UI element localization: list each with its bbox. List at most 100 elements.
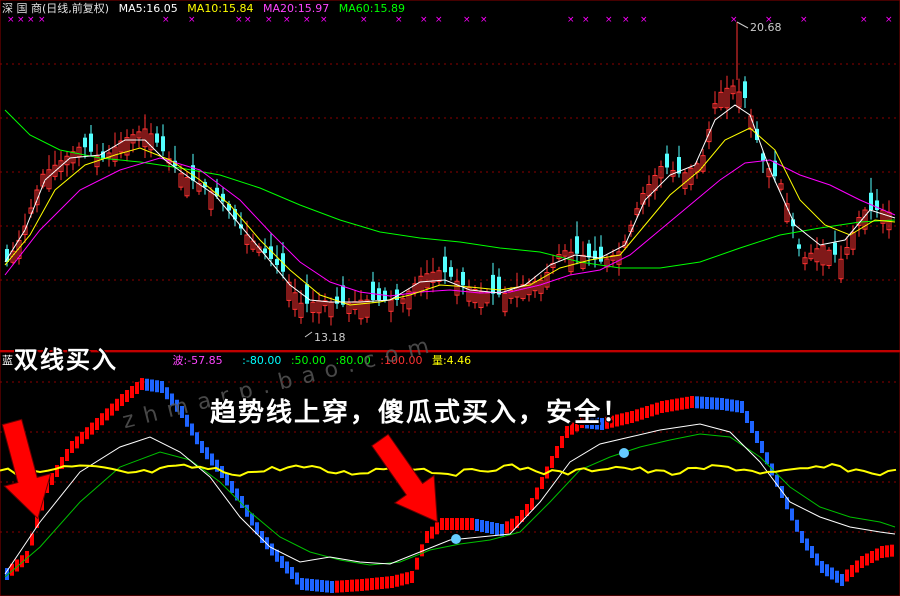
indicator-bar — [710, 397, 714, 410]
indicator-bar — [135, 382, 139, 394]
low-price-label: 13.18 — [314, 331, 346, 344]
indicator-bar — [670, 399, 674, 412]
marker-icon: × — [622, 15, 630, 25]
indicator-bar — [105, 408, 109, 421]
candle-body — [155, 133, 159, 143]
indicator-bar — [685, 396, 689, 409]
indicator-chart[interactable] — [0, 352, 900, 596]
indicator-bar — [665, 400, 669, 413]
indicator-bar — [795, 519, 799, 532]
indicator-bar — [230, 481, 234, 493]
indicator-bar — [730, 399, 734, 412]
indicator-bar — [280, 556, 284, 568]
candle-body — [599, 246, 603, 262]
indicator-bar — [645, 406, 649, 418]
indicator-bar — [385, 576, 389, 589]
indicator-bar — [390, 576, 394, 588]
indicator-bar — [695, 396, 699, 409]
indicator-bar — [630, 411, 634, 423]
price-chart-panel[interactable]: × × × × × × × × × × × × × × × × × × × × × × × × × × × × 深 国 商(日线,前复… — [0, 0, 900, 352]
yellow-trend-line — [0, 463, 897, 477]
indicator-bar — [425, 531, 429, 543]
indicator-bar — [400, 573, 404, 586]
marker-icon: × — [582, 15, 590, 25]
indicator-bar — [755, 431, 759, 443]
indicator-bar — [410, 571, 414, 583]
indicator-bar — [450, 518, 454, 530]
indicator-bar — [320, 580, 324, 592]
high-pointer — [736, 21, 749, 29]
candle-body — [491, 274, 495, 294]
caption-dual-line-buy: 双线买入 — [13, 345, 118, 375]
indicator-bar — [560, 436, 564, 448]
marker-icon: × — [885, 15, 893, 25]
indicator-bar — [735, 400, 739, 413]
candle-body — [461, 271, 465, 286]
indicator-bar — [360, 579, 364, 591]
indicator-bar — [110, 403, 114, 416]
indicator-bar — [330, 581, 334, 593]
indicator-bar — [870, 551, 874, 563]
indicator-bar — [705, 397, 709, 409]
marker-icon: × — [17, 15, 25, 25]
ma20-label: MA20:15.97 — [263, 2, 330, 15]
candle-body — [5, 249, 9, 262]
indicator-bar — [350, 579, 354, 592]
indicator-bar — [295, 572, 299, 585]
indicator-bar — [490, 522, 494, 534]
indicator-bar — [495, 523, 499, 535]
indicator-bar — [380, 577, 384, 589]
indicator-bar — [270, 543, 274, 556]
indicator-bar — [760, 441, 764, 453]
marker-icon: × — [567, 15, 575, 25]
indicator-bar — [55, 465, 59, 477]
indicator-bar — [355, 579, 359, 592]
marker-icon: × — [265, 15, 273, 25]
marker-icon: × — [463, 15, 471, 25]
indicator-bar — [335, 580, 339, 593]
indicator-bar — [815, 553, 819, 566]
marker-icon: × — [730, 15, 738, 25]
indicator-bar — [125, 390, 129, 402]
stock-title: 深 国 商(日线,前复权) — [2, 2, 110, 15]
indicator-bar — [635, 409, 639, 422]
indicator-bar — [510, 518, 514, 531]
indicator-bar — [845, 569, 849, 582]
candle-body — [305, 284, 309, 304]
indicator-bar — [95, 418, 99, 430]
marker-icon: × — [27, 15, 35, 25]
indicator-bar — [675, 398, 679, 411]
indicator-bar — [485, 521, 489, 533]
indicator-bar — [720, 398, 724, 410]
caption-trend-cross: 趋势线上穿，傻瓜式买入，安全！ — [209, 397, 631, 429]
candle-body — [449, 267, 453, 277]
indicator-bar — [200, 441, 204, 453]
level-1: :-80.00 — [242, 354, 282, 367]
price-chart[interactable]: × × × × × × × × × × × × × × × × × × × × × × × × × × × × — [0, 0, 900, 352]
indicator-bar — [300, 578, 304, 590]
indicator-bar — [455, 518, 459, 530]
indicator-bar — [195, 432, 199, 445]
low-pointer — [304, 331, 313, 338]
indicator-bar — [145, 378, 149, 391]
indicator-bar — [535, 487, 539, 500]
candle-body — [743, 81, 747, 98]
indicator-bar — [740, 401, 744, 413]
indicator-panel[interactable]: 蓝 波:-57.85 :-80.00 :50.00 :80.00 :100.00… — [0, 352, 900, 596]
indicator-bar — [225, 473, 229, 486]
candle-body — [593, 250, 597, 260]
indicator-bar — [415, 557, 419, 570]
indicator-bar — [880, 546, 884, 558]
signal-line-green — [4, 433, 896, 578]
candle-body — [665, 153, 669, 168]
indicator-bar — [285, 561, 289, 574]
ma60-label: MA60:15.89 — [338, 2, 405, 15]
indicator-bar — [890, 544, 894, 557]
indicator-bar — [750, 421, 754, 433]
indicator-bar — [460, 518, 464, 530]
candle-body — [797, 244, 801, 249]
indicator-bar — [805, 538, 809, 551]
chart-border — [0, 0, 900, 352]
indicator-bar — [100, 413, 104, 426]
indicator-bar — [430, 526, 434, 539]
